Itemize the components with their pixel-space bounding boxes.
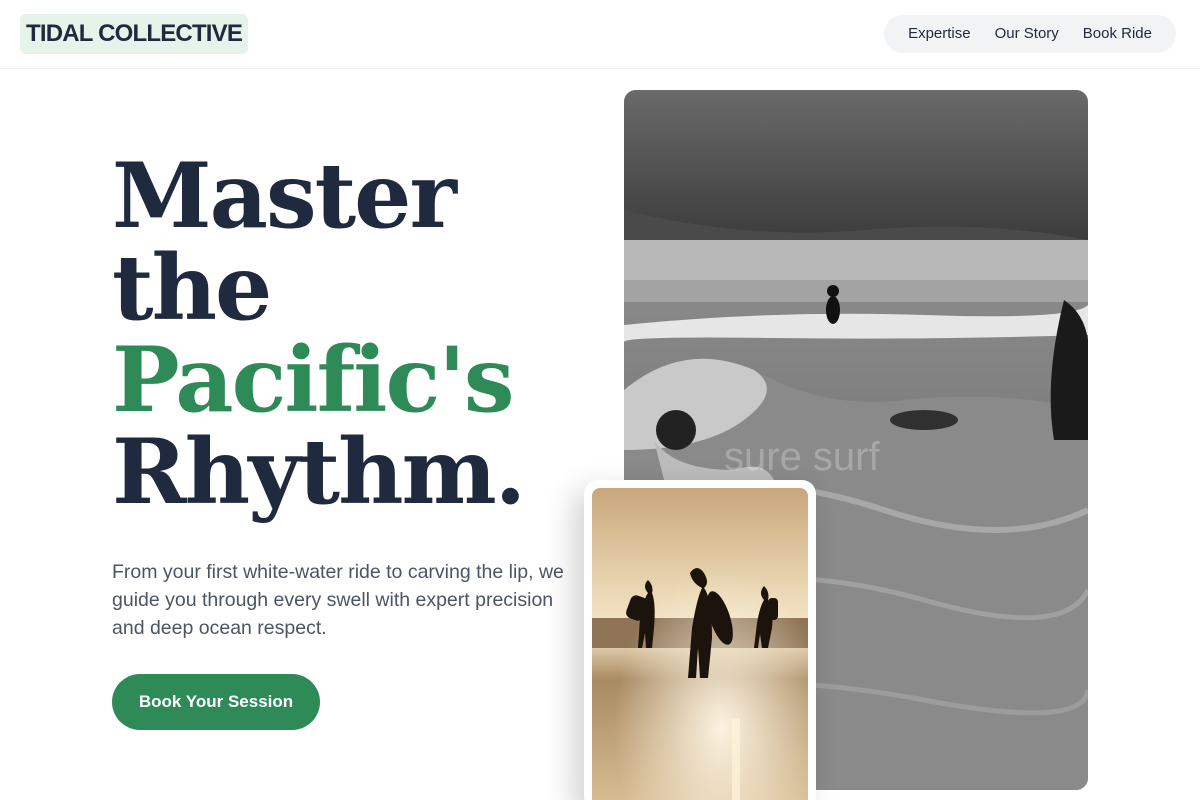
sunset-photo-card [584,480,816,800]
hero-title-line-4: Rhythm. [112,419,526,525]
hero-title-line-2: the [112,235,272,341]
top-bar: TIDAL COLLECTIVE Expertise Our Story Boo… [0,0,1200,69]
hero-title-line-1: Master [112,143,457,249]
hero-title: Master the Pacific's Rhythm. [112,150,592,518]
sunset-photo-graphic [592,488,808,800]
nav-link-expertise[interactable]: Expertise [896,15,983,53]
nav-link-book-ride[interactable]: Book Ride [1071,15,1164,53]
nav-link-our-story[interactable]: Our Story [983,15,1071,53]
sunset-photo [592,488,808,800]
hero-subtitle: From your first white-water ride to carv… [112,561,564,639]
book-session-button[interactable]: Book Your Session [112,674,320,730]
watermark-text: sure surf [724,435,880,479]
main-nav: Expertise Our Story Book Ride [884,15,1176,53]
brand-logo[interactable]: TIDAL COLLECTIVE [20,14,249,54]
hero-title-line-3-accent: Pacific's [112,327,515,433]
